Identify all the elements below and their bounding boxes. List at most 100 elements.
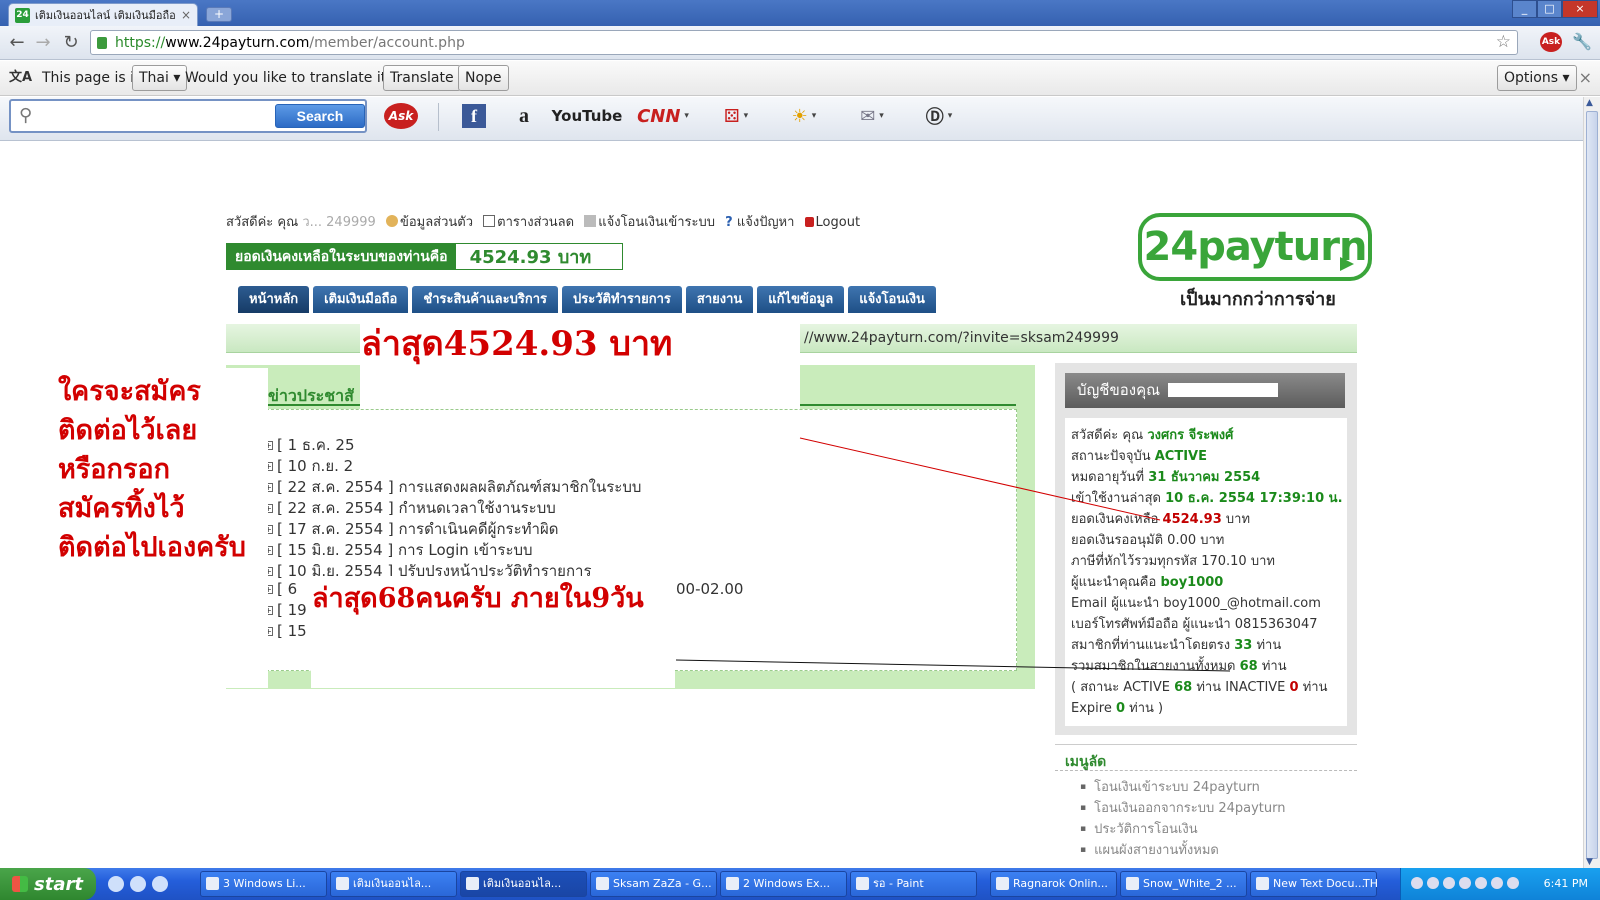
taskbar-task[interactable]: รอ - Paint: [850, 871, 977, 897]
ask-icon[interactable]: Ask: [384, 103, 418, 129]
tray-icon[interactable]: [1459, 877, 1471, 889]
options-button[interactable]: Options ▾: [1497, 65, 1577, 91]
news-item-text: [ 15: [277, 622, 307, 640]
tray-icon[interactable]: [1411, 877, 1423, 889]
maximize-button[interactable]: □: [1537, 0, 1562, 18]
news-extra-text: 00-02.00: [676, 580, 744, 598]
url-host: www.24payturn.com: [165, 34, 310, 51]
forward-icon[interactable]: →: [32, 32, 54, 53]
language-indicator[interactable]: TH: [1363, 877, 1378, 890]
ask-search-button[interactable]: Search: [275, 104, 365, 128]
wrench-menu-icon[interactable]: 🔧: [1572, 32, 1592, 51]
scroll-down-icon[interactable]: ▼: [1586, 857, 1593, 867]
account-details: สวัสดีค่ะ คุณ วงศกร จีระพงศ์ สถานะปัจจุบ…: [1065, 418, 1347, 726]
link-logout-label: Logout: [815, 215, 861, 230]
nav-topup[interactable]: เติมเงินมือถือ: [313, 286, 409, 313]
scroll-up-icon[interactable]: ▲: [1586, 98, 1593, 108]
tray-icon[interactable]: [1427, 877, 1439, 889]
label: สวัสดีค่ะ คุณ: [1071, 428, 1144, 443]
link-report-problem[interactable]: ? แจ้งปัญหา: [725, 215, 794, 230]
dictionary-icon[interactable]: Ⓓ ▾: [914, 104, 964, 128]
taskbar-task[interactable]: 2 Windows Ex...: [720, 871, 847, 897]
youtube-icon[interactable]: YouTube: [552, 104, 623, 128]
link-notify-transfer[interactable]: แจ้งโอนเงินเข้าระบบ: [584, 215, 715, 230]
nope-button[interactable]: Nope: [458, 65, 509, 91]
quicklaunch-icon[interactable]: [108, 876, 124, 892]
bookmark-star-icon[interactable]: ☆: [1496, 32, 1511, 52]
acct-expire-count: Expire 0 ท่าน ): [1071, 697, 1343, 718]
facebook-icon[interactable]: f: [462, 104, 486, 128]
ask-extension-icon[interactable]: Ask: [1540, 32, 1562, 52]
nav-edit-profile[interactable]: แก้ไขข้อมูล: [757, 286, 845, 313]
back-icon[interactable]: ←: [6, 32, 28, 53]
system-tray: TH 6:41 PM: [1363, 868, 1600, 900]
news-item[interactable]: +[ 15 มิ.ย. 2554 ] การ Login เข้าระบบ: [264, 538, 641, 559]
reload-icon[interactable]: ↻: [60, 32, 82, 53]
acct-tax: ภาษีที่หักไว้รวมทุกรหัส 170.10 บาท: [1071, 554, 1275, 569]
taskbar-task[interactable]: Snow_White_2 ...: [1120, 871, 1247, 897]
page-scrollbar[interactable]: ▲ ▼: [1583, 97, 1600, 868]
unit: ท่าน: [1261, 659, 1287, 674]
ask-search-input[interactable]: [45, 105, 281, 127]
quick-menu-item[interactable]: แผนผังสายงานทั้งหมด: [1080, 839, 1286, 860]
logo-text: 24payturn: [1143, 224, 1368, 270]
taskbar-task[interactable]: เติมเงินออนไล...: [330, 871, 457, 897]
unit: ท่าน: [1256, 638, 1282, 653]
link-discount-table[interactable]: ตารางส่วนลด: [483, 215, 574, 230]
value: วงศกร จีระพงศ์: [1147, 428, 1234, 443]
cnn-icon[interactable]: CNN ▾: [632, 104, 694, 128]
news-item[interactable]: +[ 1 ธ.ค. 25: [264, 433, 641, 454]
toolbar-separator: [438, 103, 439, 131]
browser-tab[interactable]: 24 เติมเงินออนไลน์ เติมเงินมือถือ ×: [8, 3, 198, 26]
news-item[interactable]: +[ 22 ส.ค. 2554 ] กำหนดเวลาใช้งานระบบ: [264, 496, 641, 517]
taskbar-task[interactable]: Ragnarok Onlin...: [990, 871, 1117, 897]
quicklaunch-icon[interactable]: [130, 876, 146, 892]
tab-close-icon[interactable]: ×: [181, 8, 191, 22]
taskbar-task[interactable]: เติมเงินออนไล...: [460, 871, 587, 897]
translate-icon: 文A: [9, 70, 33, 85]
taskbar-task[interactable]: New Text Docu...: [1250, 871, 1377, 897]
taskbar-task[interactable]: 3 Windows Li...: [200, 871, 327, 897]
nav-payments[interactable]: ชำระสินค้าและบริการ: [412, 286, 558, 313]
infobar-close-icon[interactable]: ×: [1579, 68, 1592, 87]
nav-network[interactable]: สายงาน: [685, 286, 754, 313]
nav-notify-transfer[interactable]: แจ้งโอนเงิน: [848, 286, 936, 313]
news-item[interactable]: +[ 10 ก.ย. 2: [264, 454, 641, 475]
games-icon[interactable]: ⚄ ▾: [712, 104, 760, 128]
new-tab-button[interactable]: +: [206, 7, 232, 22]
quick-menu-item[interactable]: โอนเงินออกจากระบบ 24payturn: [1080, 797, 1285, 818]
news-item-text: [ 6: [277, 580, 298, 598]
minimize-button[interactable]: _: [1512, 0, 1537, 18]
address-bar[interactable]: https:// www.24payturn.com /member/accou…: [90, 30, 1518, 55]
invite-link[interactable]: //www.24payturn.com/?invite=sksam249999: [804, 330, 1119, 346]
label: ผู้แนะนำคุณคือ: [1071, 575, 1157, 590]
mail-icon[interactable]: ✉ ▾: [848, 104, 896, 128]
amazon-icon[interactable]: a: [512, 104, 536, 128]
tray-icon[interactable]: [1491, 877, 1503, 889]
quick-menu-item[interactable]: ประวัติการโอนเงิน: [1080, 818, 1286, 839]
acct-expire: หมดอายุวันที่ 31 ธันวาคม 2554: [1071, 466, 1343, 487]
language-select[interactable]: Thai ▾: [132, 65, 188, 91]
value: ACTIVE: [1154, 449, 1207, 464]
link-profile[interactable]: ข้อมูลส่วนตัว: [385, 215, 473, 230]
news-item[interactable]: +[ 17 ส.ค. 2554 ] การดำเนินคดีผู้กระทำผิ…: [264, 517, 641, 538]
start-button[interactable]: start: [0, 868, 96, 900]
link-logout[interactable]: Logout: [804, 215, 861, 230]
quick-menu-item[interactable]: โอนเงินเข้าระบบ 24payturn: [1080, 776, 1286, 797]
tray-icon[interactable]: [1475, 877, 1487, 889]
taskbar-task[interactable]: Sksam ZaZa - G...: [590, 871, 717, 897]
quicklaunch-icon[interactable]: [152, 876, 168, 892]
news-item-text: [ 10 ก.ย. 2: [277, 457, 354, 475]
tray-icon[interactable]: [1507, 877, 1519, 889]
translate-button[interactable]: Translate: [383, 65, 461, 91]
window-close-button[interactable]: ×: [1562, 0, 1598, 18]
news-item-text: [ 1 ธ.ค. 25: [277, 436, 355, 454]
tray-icon[interactable]: [1443, 877, 1455, 889]
nav-home[interactable]: หน้าหลัก: [238, 286, 310, 313]
site-logo[interactable]: 24payturn: [1138, 213, 1372, 281]
nav-history[interactable]: ประวัติทำรายการ: [562, 286, 682, 313]
scrollbar-thumb[interactable]: [1586, 111, 1598, 859]
weather-icon[interactable]: ☀ ▾: [780, 104, 828, 128]
link-discount-label: ตารางส่วนลด: [497, 215, 575, 230]
news-item[interactable]: +[ 22 ส.ค. 2554 ] การแสดงผลผลิตภัณฑ์สมาช…: [264, 475, 641, 496]
